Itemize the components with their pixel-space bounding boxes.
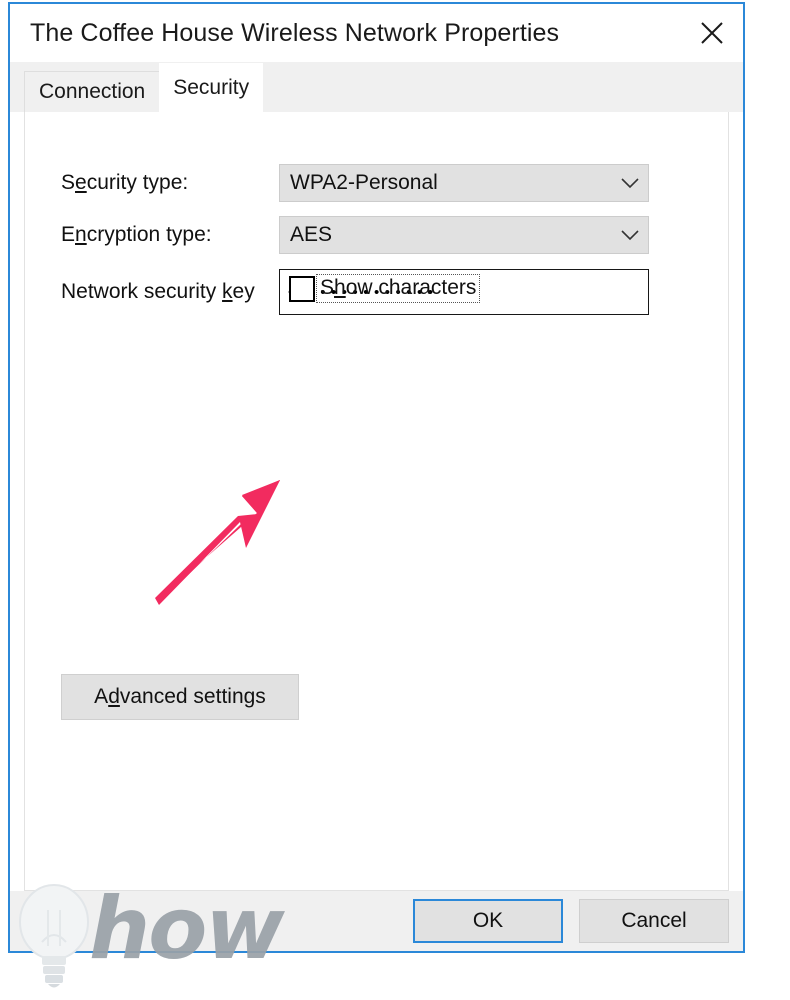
security-tab-panel: Security type: WPA2-Personal Encryption … [24, 112, 729, 891]
window-title: The Coffee House Wireless Network Proper… [30, 18, 560, 47]
security-type-dropdown[interactable]: WPA2-Personal [279, 164, 649, 202]
chevron-down-icon [621, 229, 639, 241]
tab-security[interactable]: Security [159, 63, 264, 112]
close-button[interactable] [683, 5, 741, 61]
show-characters-label[interactable]: Show characters [316, 274, 481, 303]
network-security-key-label: Network security key [61, 280, 255, 303]
title-bar: The Coffee House Wireless Network Proper… [10, 4, 743, 62]
encryption-type-value: AES [290, 223, 333, 246]
show-characters-row: Show characters [289, 274, 481, 303]
encryption-type-label: Encryption type: [61, 223, 212, 246]
arrow-up-right-icon [155, 480, 280, 605]
encryption-type-dropdown[interactable]: AES [279, 216, 649, 254]
security-type-label: Security type: [61, 171, 189, 194]
chevron-down-icon [621, 177, 639, 189]
show-characters-checkbox[interactable] [289, 275, 315, 302]
cancel-button[interactable]: Cancel [579, 899, 729, 943]
encryption-type-row: Encryption type: AES [61, 216, 704, 254]
advanced-settings-button[interactable]: Ad vanced settings [61, 674, 299, 720]
security-type-value: WPA2-Personal [290, 171, 438, 194]
network-properties-dialog: The Coffee House Wireless Network Proper… [8, 2, 745, 953]
tab-connection[interactable]: Connection [24, 71, 161, 112]
close-icon [699, 20, 725, 46]
dialog-footer: OK Cancel [10, 891, 743, 951]
tab-connection-label: Connection [39, 80, 146, 103]
security-type-row: Security type: WPA2-Personal [61, 164, 704, 202]
tab-security-label: Security [173, 75, 250, 99]
tab-strip: Connection Security [10, 62, 743, 112]
ok-button[interactable]: OK [413, 899, 563, 943]
